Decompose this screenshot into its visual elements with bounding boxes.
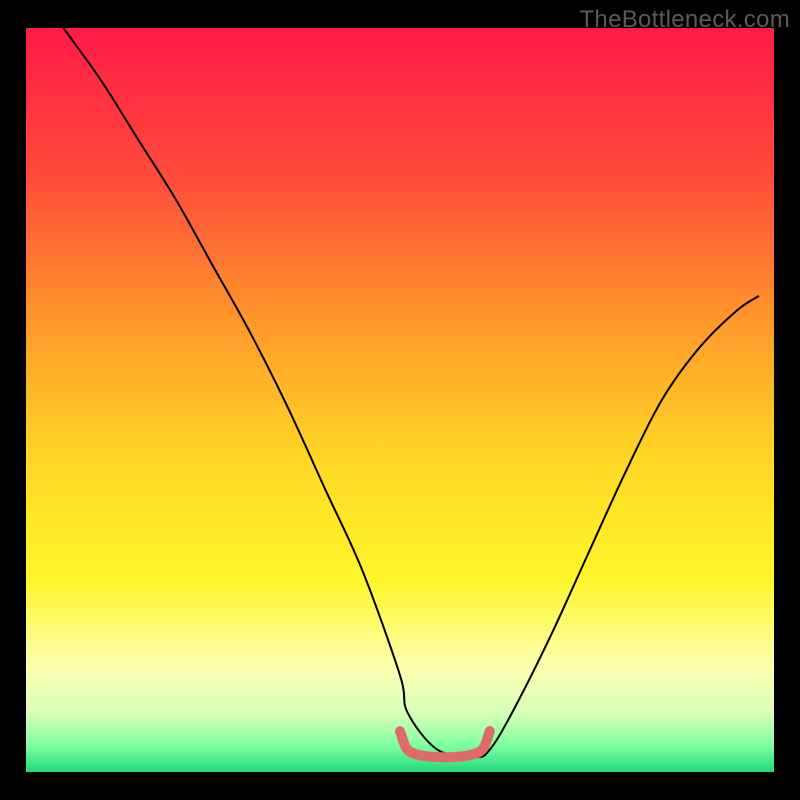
chart-stage: TheBottleneck.com [0,0,800,800]
chart-svg [0,0,800,800]
watermark-label: TheBottleneck.com [579,6,790,34]
